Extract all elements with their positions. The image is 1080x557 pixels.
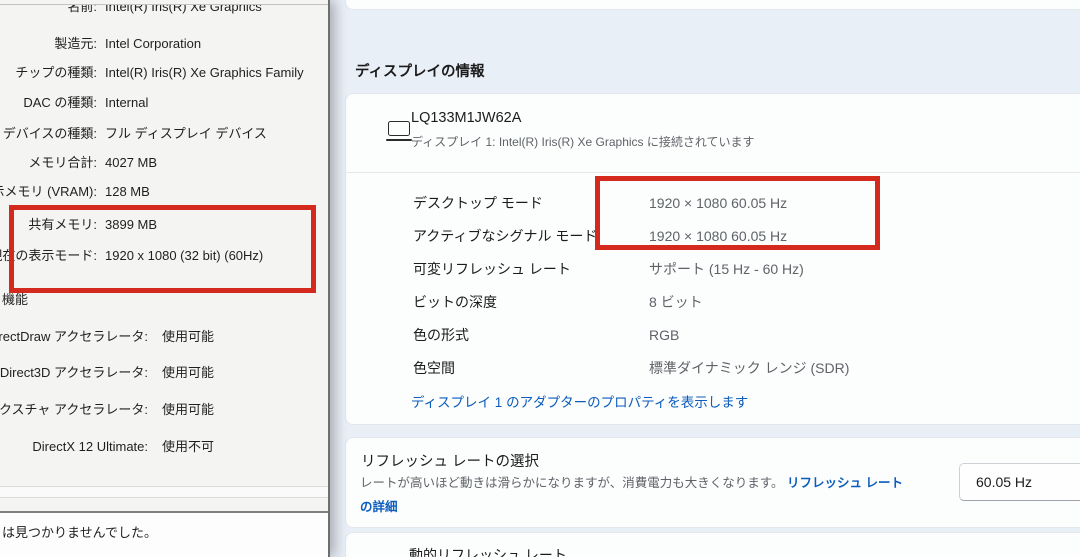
previous-card-remnant [345,0,1080,10]
row-label: チップの種類: [15,63,97,83]
settings-display-page: ディスプレイの情報 LQ133M1JW62A ディスプレイ 1: Intel(R… [330,0,1080,557]
notes-groupbox-line [0,497,328,498]
row-value: 標準ダイナミック レンジ (SDR) [649,358,849,378]
row-label: DirectDraw アクセラレータ: [0,327,148,347]
screenshot-root: ディスプレイの情報 LQ133M1JW62A ディスプレイ 1: Intel(R… [0,0,1080,557]
dxdiag-features-header: 機能 [2,290,28,310]
groupbox-gap [0,487,328,497]
dxdiag-row-directx12-ultimate: DirectX 12 Ultimate: 使用不可 [0,437,328,457]
row-value: RGB [649,325,679,345]
row-value: 128 MB [105,182,150,202]
adapter-properties-link[interactable]: ディスプレイ 1 のアダプターのプロパティを表示します [411,391,748,411]
monitor-name: LQ133M1JW62A [411,110,521,126]
dxdiag-row-total-memory: メモリ合計: 4027 MB [0,153,328,173]
row-value: 1920 × 1080 60.05 Hz [649,193,787,213]
dxdiag-row-directdraw: DirectDraw アクセラレータ: 使用可能 [0,327,328,347]
groupbox-top-line [0,4,328,5]
row-value: 使用可能 [162,327,214,347]
dxdiag-row-manufacturer: 製造元: Intel Corporation [0,34,328,54]
row-label: ビットの深度 [413,292,497,312]
row-value: 1920 x 1080 (32 bit) (60Hz) [105,246,263,266]
row-value: 4027 MB [105,153,157,173]
row-label: 色空間 [413,358,455,378]
dxdiag-row-vram: 表示メモリ (VRAM): 128 MB [0,182,328,202]
row-value: サポート (15 Hz - 60 Hz) [649,259,804,279]
dxdiag-row-current-display-mode: 現在の表示モード: 1920 x 1080 (32 bit) (60Hz) [0,246,328,266]
dxdiag-notes-box[interactable]: は見つかりませんでした。 [0,513,328,557]
card-divider [346,172,1080,173]
row-value: 使用可能 [162,400,214,420]
row-value: Intel Corporation [105,34,201,54]
dxdiag-window: 名前: Intel(R) Iris(R) Xe Graphics 製造元: In… [0,0,330,557]
dxdiag-row-direct3d: Direct3D アクセラレータ: 使用可能 [0,363,328,383]
refresh-rate-description-text: レートが高いほど動きは滑らかになりますが、消費電力も大きくなります。 [360,476,787,490]
row-label: DAC の種類: [23,93,97,113]
row-label: 色の形式 [413,325,469,345]
row-label: 表示メモリ (VRAM): [0,182,97,202]
section-header-display-info: ディスプレイの情報 [355,60,484,81]
row-value: 3899 MB [105,215,157,235]
notes-text: は見つかりませんでした。 [2,522,157,541]
display-info-card: LQ133M1JW62A ディスプレイ 1: Intel(R) Iris(R) … [345,93,1080,425]
row-label: デバイスの種類: [3,124,97,144]
dxdiag-row-device-type: デバイスの種類: フル ディスプレイ デバイス [0,124,328,144]
dxdiag-row-shared-memory: 共有メモリ: 3899 MB [0,215,328,235]
refresh-rate-description: レートが高いほど動きは滑らかになりますが、消費電力も大きくなります。 リフレッシ… [360,471,935,519]
dynamic-refresh-rate-title: 動的リフレッシュ レート [409,545,567,557]
row-label: メモリ合計: [28,153,97,173]
row-label: アクティブなシグナル モード [413,226,597,246]
row-value: Internal [105,93,148,113]
dxdiag-row-chip-type: チップの種類: Intel(R) Iris(R) Xe Graphics Fam… [0,63,328,83]
row-value: フル ディスプレイ デバイス [105,124,267,144]
refresh-rate-dropdown[interactable]: 60.05 Hz [959,463,1080,501]
dxdiag-row-agp-texture: AGP テクスチャ アクセラレータ: 使用可能 [0,400,328,420]
dynamic-refresh-rate-card: 動的リフレッシュ レート [345,532,1080,557]
row-value: 使用不可 [162,437,214,457]
monitor-connection-subtitle: ディスプレイ 1: Intel(R) Iris(R) Xe Graphics に… [411,133,755,150]
row-label: Direct3D アクセラレータ: [0,363,148,383]
row-value: 8 ビット [649,292,703,312]
row-label: AGP テクスチャ アクセラレータ: [0,400,148,420]
row-label: 共有メモリ: [28,215,97,235]
row-label: 可変リフレッシュ レート [413,259,571,279]
row-label: デスクトップ モード [413,193,543,213]
row-label: 製造元: [54,34,97,54]
display-info-card-header[interactable]: LQ133M1JW62A ディスプレイ 1: Intel(R) Iris(R) … [346,94,1080,172]
row-label: 現在の表示モード: [0,246,97,266]
row-label: DirectX 12 Ultimate: [32,437,148,457]
refresh-rate-title: リフレッシュ レートの選択 [361,450,539,471]
refresh-rate-card: リフレッシュ レートの選択 レートが高いほど動きは滑らかになりますが、消費電力も… [345,437,1080,528]
row-value: 使用可能 [162,363,214,383]
row-value: 1920 × 1080 60.05 Hz [649,226,787,246]
laptop-icon [386,121,412,143]
dxdiag-row-dac-type: DAC の種類: Internal [0,93,328,113]
row-value: Intel(R) Iris(R) Xe Graphics Family [105,63,304,83]
